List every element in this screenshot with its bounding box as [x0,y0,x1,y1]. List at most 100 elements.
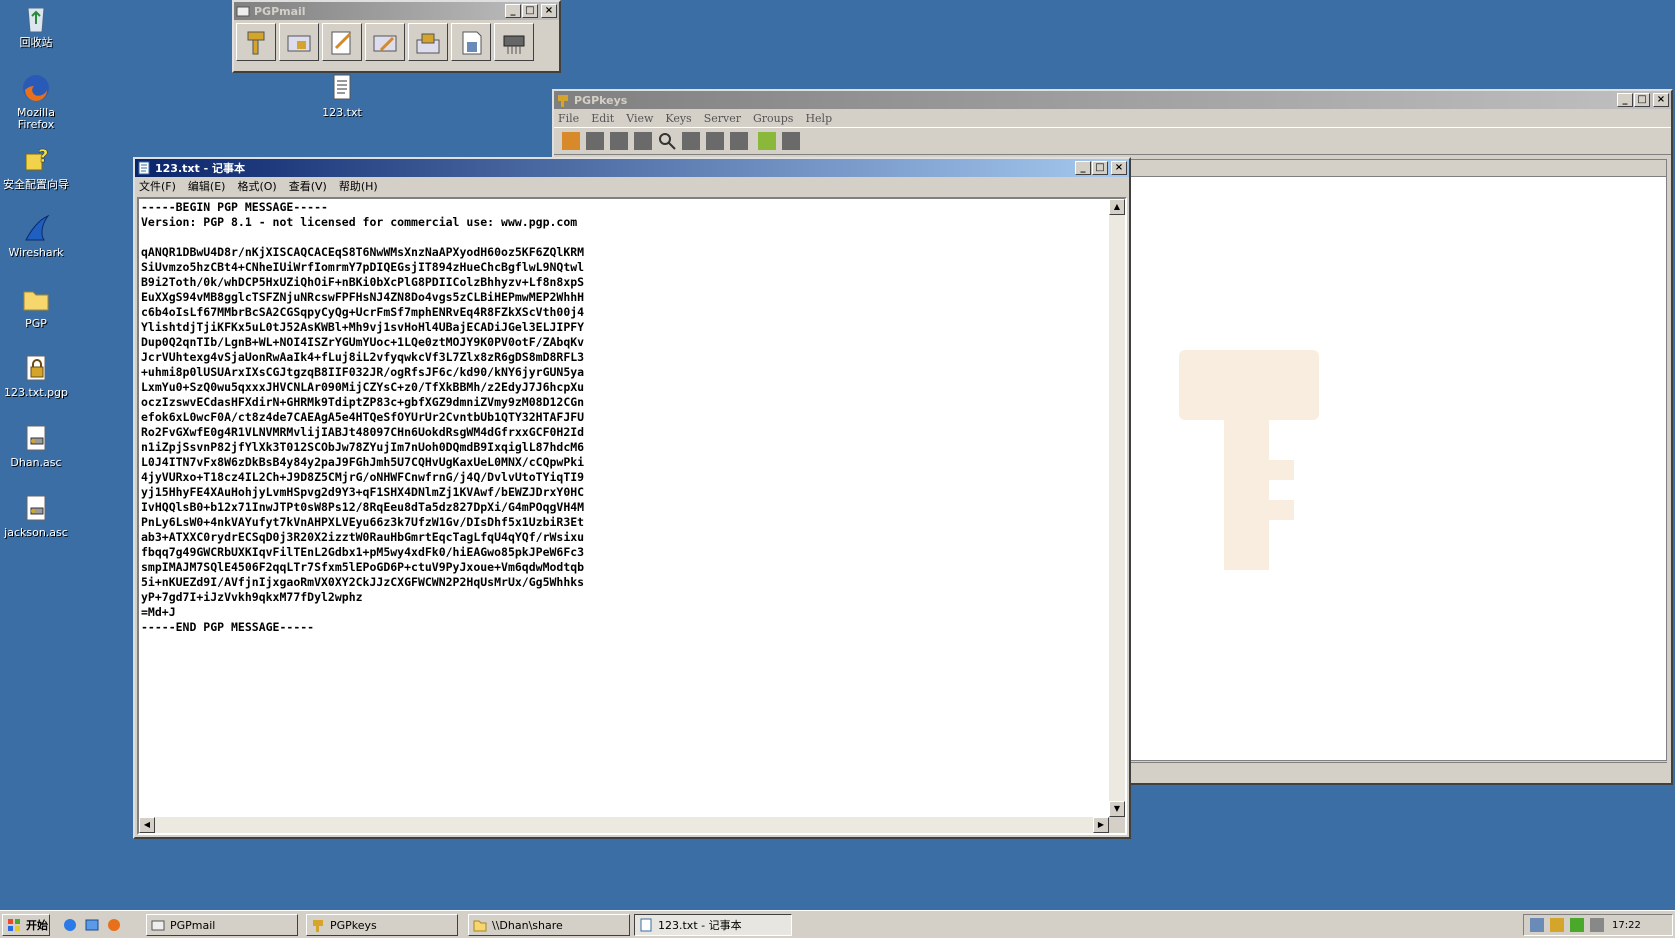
quick-launch [62,917,122,933]
maximize-button[interactable]: □ [1634,93,1650,107]
revoke-icon[interactable] [586,132,604,150]
keys-icon [247,31,265,55]
task-explorer-share[interactable]: \\Dhan\share [468,914,630,936]
desktop-icon-recycle-bin[interactable]: 回收站 [0,2,72,49]
minimize-button[interactable]: _ [1075,161,1091,175]
encrypt-button[interactable] [279,23,319,61]
minimize-button[interactable]: _ [1617,93,1633,107]
network-tray-icon[interactable] [1530,918,1544,932]
notepad-editor[interactable]: -----BEGIN PGP MESSAGE----- Version: PGP… [137,197,1127,835]
menu-help[interactable]: Help [805,112,832,125]
scroll-left-button[interactable]: ◀ [139,817,155,833]
scroll-down-button[interactable]: ▼ [1109,801,1125,817]
shredder-icon [503,35,525,54]
menu-file[interactable]: 文件(F) [139,178,176,194]
menu-server[interactable]: Server [704,112,741,125]
firefox-icon[interactable] [106,917,122,933]
desktop-icon-dhan-asc[interactable]: Dhan.asc [0,422,72,469]
properties-icon[interactable] [682,132,700,150]
taskbar: 开始 PGPmail PGPkeys \\Dhan\share 123.txt … [0,910,1675,938]
scroll-right-button[interactable]: ▶ [1093,817,1109,833]
menu-view[interactable]: View [626,112,653,125]
desktop-icon-security-wizard[interactable]: ? 安全配置向导 [0,144,72,191]
wireshark-icon [20,212,52,244]
encrypt-icon [287,35,311,52]
horizontal-scrollbar[interactable]: ◀ ▶ [139,817,1109,833]
desktop-icon-123-txt[interactable]: 123.txt [306,72,378,119]
pgp-file-icon [20,352,52,384]
search-icon[interactable] [658,132,676,150]
pgpkeys-key-icon [311,918,325,932]
pgpkeys-button[interactable] [236,23,276,61]
menu-keys[interactable]: Keys [665,112,691,125]
pgpmail-titlebar[interactable]: PGPmail _ □ × [234,2,559,20]
task-pgpkeys[interactable]: PGPkeys [306,914,458,936]
wipe-button[interactable] [451,23,491,61]
pgptray-icon[interactable] [1550,918,1564,932]
system-tray: 17:22 [1523,914,1673,936]
pgpkeys-key-icon [556,93,570,107]
refresh-icon[interactable] [758,132,776,150]
minimize-button[interactable]: _ [505,4,521,18]
desktop-icon-firefox[interactable]: Mozilla Firefox [0,72,72,131]
freespace-wipe-button[interactable] [494,23,534,61]
task-notepad[interactable]: 123.txt - 记事本 [634,914,792,936]
close-button[interactable]: × [541,4,557,18]
desktop: { "desktop": { "icons": [ {"label": "回收站… [0,0,1675,938]
new-key-icon[interactable] [562,132,580,150]
start-button[interactable]: 开始 [2,914,50,936]
folder-icon [473,918,487,932]
desktop-icon-pgp-file[interactable]: 123.txt.pgp [0,352,72,399]
desktop-icon-pgp-folder[interactable]: PGP [0,283,72,330]
asc-file-icon [20,492,52,524]
menu-edit[interactable]: 编辑(E) [188,178,226,194]
menu-format[interactable]: 格式(O) [237,178,276,194]
menu-help[interactable]: 帮助(H) [339,178,378,194]
menu-edit[interactable]: Edit [591,112,614,125]
decrypt-verify-button[interactable] [408,23,448,61]
task-pgpmail[interactable]: PGPmail [146,914,298,936]
vertical-scrollbar[interactable]: ▲ ▼ [1109,199,1125,817]
notepad-titlebar[interactable]: 123.txt - 记事本 _ □ × [135,159,1129,177]
sign-button[interactable] [322,23,362,61]
import-icon[interactable] [706,132,724,150]
pgpkeys-titlebar[interactable]: PGPkeys _ □ × [554,91,1671,109]
volume-tray-icon[interactable] [1590,918,1604,932]
encrypt-sign-button[interactable] [365,23,405,61]
menu-groups[interactable]: Groups [753,112,793,125]
decrypt-icon [416,33,440,54]
ie-icon[interactable] [62,917,78,933]
svg-text:?: ? [38,146,48,167]
encrypt-sign-icon [373,35,397,52]
firefox-icon [20,72,52,104]
disable-icon[interactable] [634,132,652,150]
show-desktop-icon[interactable] [84,917,100,933]
maximize-button[interactable]: □ [1092,161,1108,175]
desktop-icon-jackson-asc[interactable]: jackson.asc [0,492,72,539]
close-button[interactable]: × [1111,161,1127,175]
clock[interactable]: 17:22 [1612,920,1641,931]
windows-logo-icon [7,918,21,932]
notepad-window[interactable]: 123.txt - 记事本 _ □ × 文件(F) 编辑(E) 格式(O) 查看… [133,157,1131,839]
keyserver-icon[interactable] [782,132,800,150]
pgpmail-window[interactable]: PGPmail _ □ × [232,0,561,73]
menu-view[interactable]: 查看(V) [289,178,327,194]
pgpkeys-toolbar [554,127,1671,155]
notepad-icon [137,161,151,175]
pgpmail-toolbar [234,20,559,64]
asc-file-icon [20,422,52,454]
recycle-bin-icon [20,2,52,34]
desktop-icon-wireshark[interactable]: Wireshark [0,212,72,259]
close-button[interactable]: × [1653,93,1669,107]
scroll-up-button[interactable]: ▲ [1109,199,1125,215]
export-icon[interactable] [730,132,748,150]
folder-icon [20,283,52,315]
resize-grip[interactable] [1109,817,1125,833]
maximize-button[interactable]: □ [522,4,538,18]
security-tray-icon[interactable] [1570,918,1584,932]
menu-file[interactable]: File [558,112,579,125]
notepad-text[interactable]: -----BEGIN PGP MESSAGE----- Version: PGP… [139,199,1109,817]
sign-icon[interactable] [610,132,628,150]
notepad-menubar: 文件(F) 编辑(E) 格式(O) 查看(V) 帮助(H) [135,177,1129,195]
pgpkeys-menubar: File Edit View Keys Server Groups Help [554,109,1671,127]
